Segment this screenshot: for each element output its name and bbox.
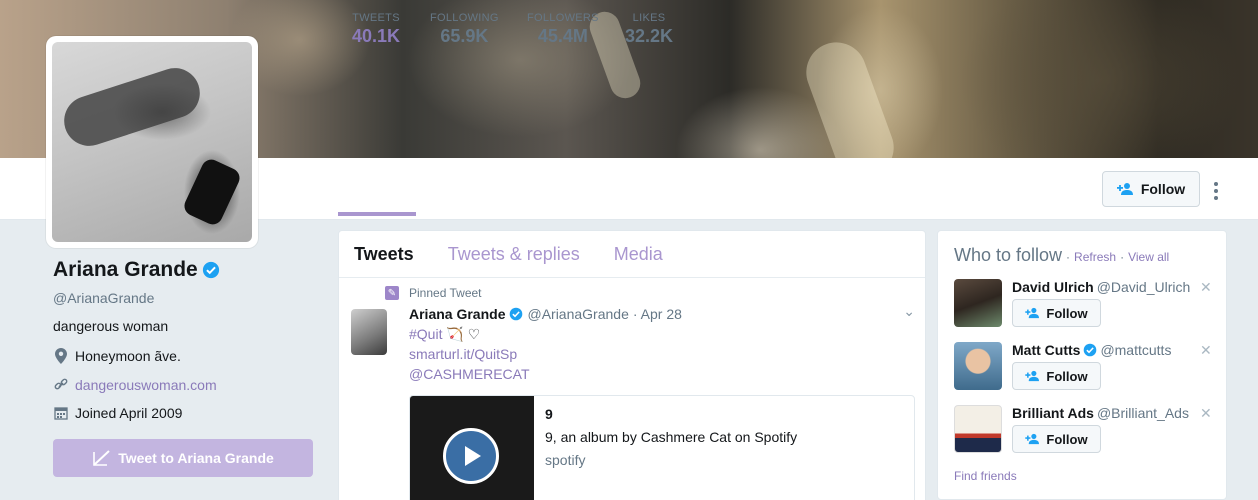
tweet-author-name[interactable]: Ariana Grande — [409, 306, 505, 322]
tweet-header: Ariana Grande @ArianaGrande · Apr 28 — [409, 306, 682, 322]
tweet-to-label: Tweet to Ariana Grande — [118, 450, 274, 466]
suggestion-handle[interactable]: @David_Ulrich — [1097, 279, 1191, 295]
stat-following[interactable]: FOLLOWING 65.9K — [430, 12, 499, 47]
compose-icon — [93, 450, 110, 466]
tab-tweets-replies[interactable]: Tweets & replies — [448, 244, 580, 265]
card-media — [410, 396, 534, 500]
pin-icon: ✎ — [385, 286, 399, 300]
stat-followers[interactable]: FOLLOWERS 45.4M — [527, 12, 599, 47]
dismiss-icon[interactable]: ✕ — [1200, 279, 1212, 296]
tweet-date[interactable]: · Apr 28 — [633, 306, 682, 322]
dismiss-icon[interactable]: ✕ — [1200, 405, 1212, 422]
suggestion-name[interactable]: David Ulrich — [1012, 279, 1094, 295]
follow-button[interactable]: Follow — [1012, 362, 1101, 390]
who-to-follow: Who to follow · Refresh · View all David… — [937, 230, 1227, 500]
tab-tweets[interactable]: Tweets — [354, 244, 414, 265]
link-icon — [53, 377, 69, 393]
stat-label: TWEETS — [352, 12, 400, 24]
refresh-link[interactable]: Refresh — [1074, 250, 1116, 264]
profile-bio: dangerous woman — [53, 318, 169, 334]
link-card[interactable]: 9 9, an album by Cashmere Cat on Spotify… — [409, 395, 915, 500]
stat-value: 32.2K — [625, 26, 674, 46]
follow-label: Follow — [1140, 181, 1186, 197]
suggestion-name[interactable]: Brilliant Ads — [1012, 405, 1094, 421]
profile-avatar[interactable] — [46, 36, 258, 248]
pinned-text: Pinned Tweet — [409, 286, 482, 300]
follow-label: Follow — [1046, 368, 1088, 384]
more-options-icon[interactable] — [1208, 178, 1224, 204]
tweet-mention[interactable]: @CASHMERECAT — [409, 366, 530, 382]
avatar[interactable] — [954, 405, 1002, 453]
suggestion-name-row: David Ulrich @David_Ulrich — [1012, 279, 1190, 295]
add-user-icon — [1025, 307, 1040, 319]
tweet-avatar[interactable] — [351, 309, 387, 355]
suggestion-name-row: Matt Cutts @mattcutts — [1012, 342, 1171, 358]
tweet-text-line: #Quit 🏹 ♡ — [409, 326, 480, 343]
card-description: 9, an album by Cashmere Cat on Spotify — [545, 429, 798, 445]
separator-dot: · — [1066, 250, 1071, 264]
suggestion-handle[interactable]: @Brilliant_Ads — [1097, 405, 1189, 421]
location-text: Honeymoon ãve. — [75, 348, 181, 364]
play-icon[interactable] — [443, 428, 499, 484]
profile-website[interactable]: dangerouswoman.com — [53, 377, 217, 393]
follow-button[interactable]: Follow — [1012, 299, 1101, 327]
tweet-emoji: 🏹 ♡ — [446, 326, 481, 342]
profile-name-text: Ariana Grande — [53, 258, 198, 281]
chevron-down-icon[interactable]: ⌄ — [903, 303, 915, 320]
card-title: 9 — [545, 406, 553, 422]
suggestion-name-row: Brilliant Ads @Brilliant_Ads — [1012, 405, 1189, 421]
who-to-follow-header: Who to follow · Refresh · View all — [954, 245, 1169, 266]
stat-label: FOLLOWERS — [527, 12, 599, 24]
follow-button[interactable]: Follow — [1012, 425, 1101, 453]
profile-name: Ariana Grande — [53, 258, 220, 282]
avatar[interactable] — [954, 342, 1002, 390]
stat-tweets[interactable]: TWEETS 40.1K — [352, 12, 400, 47]
verified-icon — [510, 307, 523, 321]
tweet-link[interactable]: smarturl.it/QuitSp — [409, 346, 517, 362]
joined-text: Joined April 2009 — [75, 405, 183, 421]
verified-icon — [202, 261, 219, 279]
stat-value: 45.4M — [537, 26, 588, 46]
timeline-tabs: Tweets Tweets & replies Media — [339, 231, 925, 278]
suggestion-name[interactable]: Matt Cutts — [1012, 342, 1080, 358]
stat-value: 40.1K — [352, 26, 401, 46]
stat-value: 65.9K — [440, 26, 489, 46]
follow-label: Follow — [1046, 431, 1088, 447]
follow-button[interactable]: Follow — [1102, 171, 1200, 207]
add-user-icon — [1116, 183, 1133, 195]
location-pin-icon — [53, 348, 69, 364]
verified-icon — [1084, 343, 1097, 357]
stat-label: FOLLOWING — [430, 12, 499, 24]
pinned-tweet-label: ✎ Pinned Tweet — [385, 286, 482, 300]
calendar-icon — [53, 405, 69, 421]
add-user-icon — [1025, 370, 1040, 382]
profile-joined: Joined April 2009 — [53, 405, 182, 421]
profile-location: Honeymoon ãve. — [53, 348, 181, 364]
avatar[interactable] — [954, 279, 1002, 327]
who-to-follow-title: Who to follow — [954, 245, 1063, 265]
find-friends-link[interactable]: Find friends — [954, 469, 1017, 483]
separator-dot: · — [1120, 250, 1125, 264]
avatar-image — [52, 42, 252, 242]
tweet-hashtag[interactable]: #Quit — [409, 326, 442, 342]
suggestion-handle[interactable]: @mattcutts — [1100, 342, 1171, 358]
profile-handle[interactable]: @ArianaGrande — [53, 290, 154, 306]
stat-likes[interactable]: LIKES 32.2K — [625, 12, 673, 47]
timeline: Tweets Tweets & replies Media ✎ Pinned T… — [338, 230, 926, 500]
tweet-author-handle[interactable]: @ArianaGrande — [527, 306, 628, 322]
follow-label: Follow — [1046, 305, 1088, 321]
tab-media[interactable]: Media — [614, 244, 663, 265]
stat-label: LIKES — [632, 12, 666, 24]
dismiss-icon[interactable]: ✕ — [1200, 342, 1212, 359]
add-user-icon — [1025, 433, 1040, 445]
view-all-link[interactable]: View all — [1128, 250, 1169, 264]
website-link[interactable]: dangerouswoman.com — [75, 377, 217, 393]
tweet-to-button[interactable]: Tweet to Ariana Grande — [53, 439, 313, 477]
active-stat-underline — [338, 212, 416, 216]
card-domain: spotify — [545, 452, 586, 468]
